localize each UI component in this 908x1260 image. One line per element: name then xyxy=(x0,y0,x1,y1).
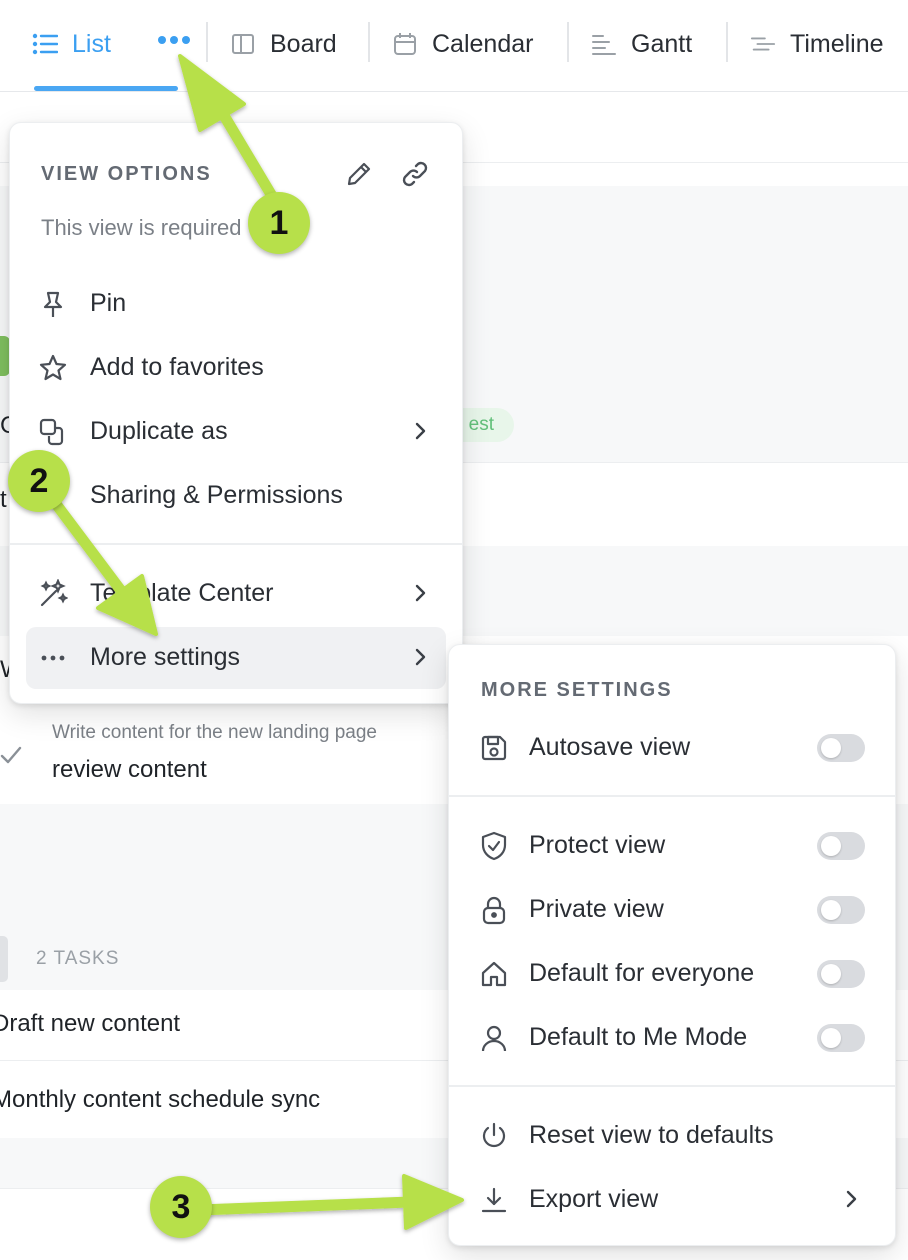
private-view-toggle[interactable] xyxy=(817,896,865,924)
pin-icon xyxy=(38,289,68,319)
menu-item-autosave-view[interactable]: Autosave view xyxy=(463,717,883,779)
menu-item-export-view[interactable]: Export view xyxy=(463,1169,883,1231)
view-options-dots-icon[interactable] xyxy=(158,28,194,52)
menu-divider xyxy=(449,1085,895,1087)
save-icon xyxy=(479,733,509,763)
task-name-fragment: t xyxy=(0,486,7,513)
menu-item-pin[interactable]: Pin xyxy=(26,273,446,335)
menu-item-label: Default for everyone xyxy=(529,959,755,987)
task-subtitle: Write content for the new landing page xyxy=(52,722,377,743)
step-badge-2: 2 xyxy=(8,450,70,512)
menu-item-label: More settings xyxy=(90,643,241,671)
menu-item-duplicate-as[interactable]: Duplicate as xyxy=(26,401,446,463)
home-icon xyxy=(479,959,509,989)
menu-item-label: Pin xyxy=(90,289,127,317)
chevron-right-icon xyxy=(410,421,430,441)
gantt-icon xyxy=(591,31,617,57)
shield-icon xyxy=(479,831,509,861)
menu-item-label: Duplicate as xyxy=(90,417,228,445)
menu-item-protect-view[interactable]: Protect view xyxy=(463,815,883,877)
menu-item-default-for-everyone[interactable]: Default for everyone xyxy=(463,943,883,1005)
step-badge-3: 3 xyxy=(150,1176,212,1238)
calendar-icon xyxy=(392,31,418,57)
more-icon xyxy=(38,643,68,673)
view-options-menu: VIEW OPTIONS This view is required Pin A… xyxy=(9,122,463,704)
menu-item-label: Export view xyxy=(529,1185,659,1213)
tab-board[interactable]: Board xyxy=(230,0,337,88)
menu-item-more-settings[interactable]: More settings xyxy=(26,627,446,689)
tab-board-label: Board xyxy=(270,29,337,58)
list-icon xyxy=(32,31,58,57)
menu-item-label: Private view xyxy=(529,895,664,923)
task-row[interactable]: Draft new content xyxy=(0,1010,180,1038)
menu-item-template-center[interactable]: Template Center xyxy=(26,563,446,625)
menu-item-label: Reset view to defaults xyxy=(529,1121,774,1149)
more-settings-menu: MORE SETTINGS Autosave view Protect view… xyxy=(448,644,896,1246)
protect-view-toggle[interactable] xyxy=(817,832,865,860)
more-settings-heading: MORE SETTINGS xyxy=(481,679,673,701)
tab-timeline[interactable]: Timeline xyxy=(750,0,884,88)
tab-timeline-label: Timeline xyxy=(790,29,884,58)
menu-item-default-to-me-mode[interactable]: Default to Me Mode xyxy=(463,1007,883,1069)
menu-item-label: Protect view xyxy=(529,831,666,859)
menu-divider xyxy=(449,795,895,797)
view-required-note: This view is required xyxy=(41,215,242,240)
menu-item-label: Template Center xyxy=(90,579,274,607)
tab-separator xyxy=(206,22,208,62)
menu-item-label: Default to Me Mode xyxy=(529,1023,748,1051)
menu-divider xyxy=(10,543,462,545)
menu-item-label: Add to favorites xyxy=(90,353,264,381)
tab-gantt[interactable]: Gantt xyxy=(591,0,692,88)
timeline-icon xyxy=(750,31,776,57)
tab-calendar-label: Calendar xyxy=(432,29,534,58)
menu-item-reset-view[interactable]: Reset view to defaults xyxy=(463,1105,883,1167)
task-row[interactable]: Monthly content schedule sync xyxy=(0,1086,320,1114)
edit-icon[interactable] xyxy=(342,157,376,191)
chevron-right-icon xyxy=(410,647,430,667)
download-icon xyxy=(479,1185,509,1215)
annotation-arrow-3 xyxy=(194,1196,416,1216)
menu-item-label: Autosave view xyxy=(529,733,691,761)
power-icon xyxy=(479,1121,509,1151)
board-icon xyxy=(230,31,256,57)
autosave-toggle[interactable] xyxy=(817,734,865,762)
link-icon[interactable] xyxy=(398,157,432,191)
magic-wand-icon xyxy=(38,579,68,609)
tab-separator xyxy=(368,22,370,62)
chevron-right-icon xyxy=(841,1189,861,1209)
menu-item-add-to-favorites[interactable]: Add to favorites xyxy=(26,337,446,399)
menu-item-label: Sharing & Permissions xyxy=(90,481,343,509)
group-chip xyxy=(0,936,8,982)
menu-item-private-view[interactable]: Private view xyxy=(463,879,883,941)
tab-calendar[interactable]: Calendar xyxy=(392,0,533,88)
tab-separator xyxy=(567,22,569,62)
view-options-heading: VIEW OPTIONS xyxy=(41,163,212,185)
check-icon xyxy=(0,744,22,771)
default-for-everyone-toggle[interactable] xyxy=(817,960,865,988)
chevron-right-icon xyxy=(410,583,430,603)
step-badge-1: 1 xyxy=(248,192,310,254)
task-title[interactable]: review content xyxy=(52,756,207,784)
default-to-me-mode-toggle[interactable] xyxy=(817,1024,865,1052)
tab-list[interactable]: List xyxy=(32,0,111,88)
star-icon xyxy=(38,353,68,383)
view-tab-bar: List Board Calendar Gantt Timeline xyxy=(0,0,908,92)
tab-gantt-label: Gantt xyxy=(631,29,693,58)
menu-item-sharing-permissions[interactable]: Sharing & Permissions xyxy=(26,465,446,527)
user-icon xyxy=(479,1023,509,1053)
active-tab-indicator xyxy=(34,86,178,91)
group-task-count: 2 TASKS xyxy=(36,948,120,969)
tab-list-label: List xyxy=(72,29,111,58)
tab-separator xyxy=(726,22,728,62)
lock-icon xyxy=(479,895,509,925)
duplicate-icon xyxy=(38,417,68,447)
